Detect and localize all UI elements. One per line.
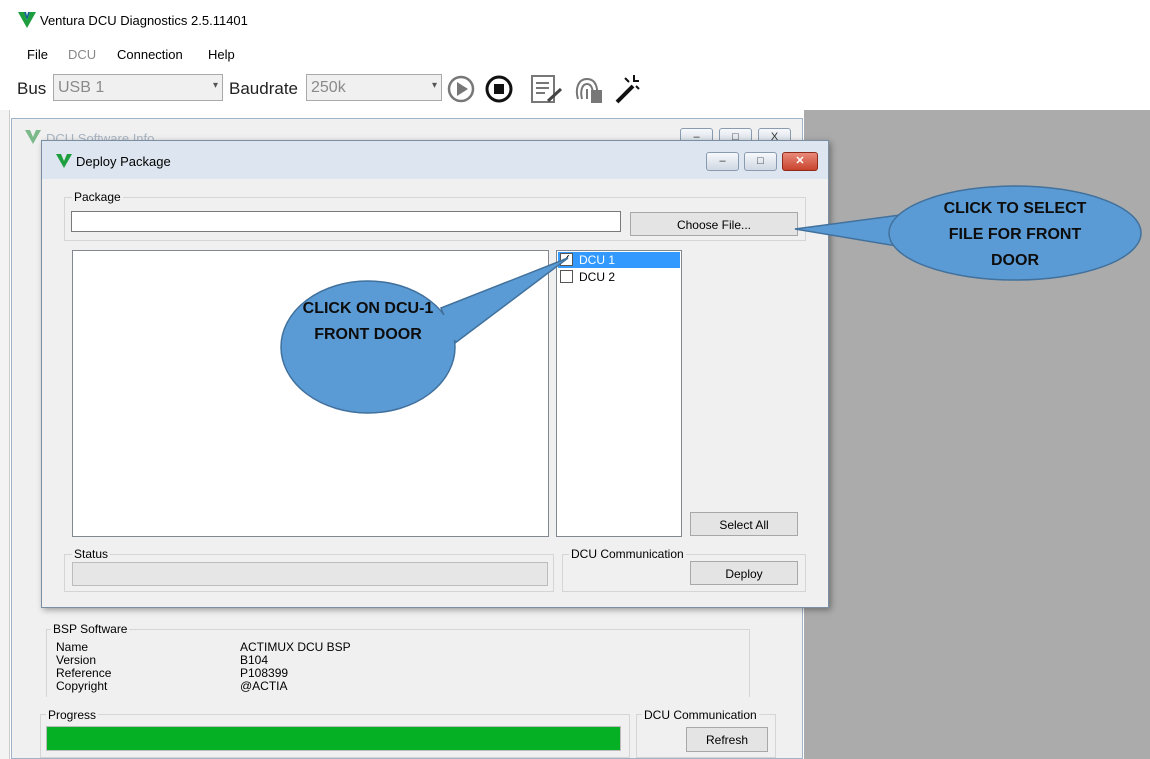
callout-dcu1-text: CLICK ON DCU-1 FRONT DOOR [302, 300, 434, 343]
callout-shapes [280, 185, 1142, 414]
callout-choose-file-text: CLICK TO SELECT FILE FOR FRONT DOOR [943, 200, 1087, 269]
